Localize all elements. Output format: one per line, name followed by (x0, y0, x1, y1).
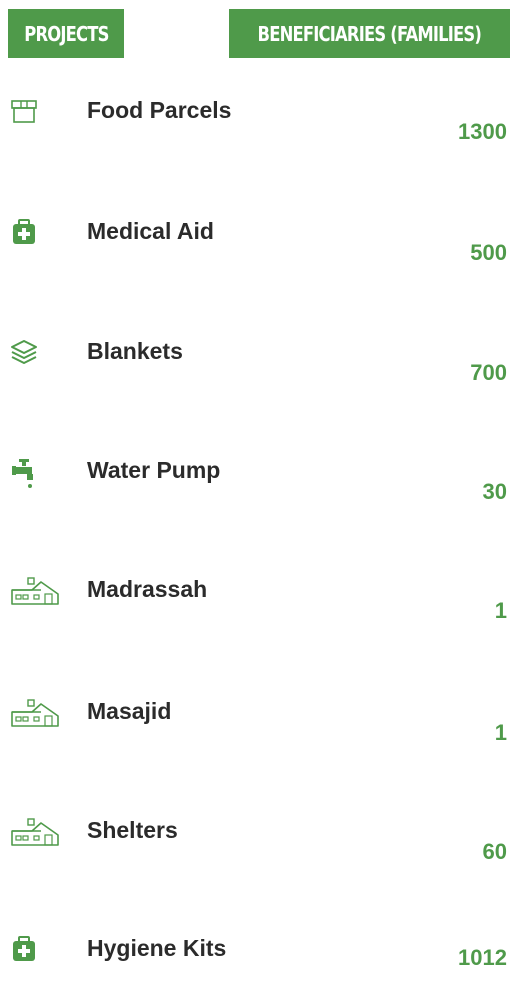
header-beneficiaries: BENEFICIARIES (FAMILIES) (229, 9, 510, 58)
project-label: Hygiene Kits (87, 935, 227, 961)
header-projects: PROJECTS (8, 9, 124, 58)
project-label: Medical Aid (87, 218, 214, 244)
beneficiaries-value: 60 (482, 839, 507, 864)
medical-kit-icon (10, 935, 38, 963)
project-row-shelters: Shelters 60 (0, 817, 515, 877)
food-parcel-box-icon (10, 97, 38, 125)
project-label: Blankets (87, 338, 183, 364)
beneficiaries-value: 1 (494, 598, 507, 623)
header-projects-label: PROJECTS (23, 21, 109, 46)
beneficiaries-value: 30 (482, 479, 507, 504)
project-row-food-parcels: Food Parcels 1300 (0, 97, 515, 157)
project-row-medical-aid: Medical Aid 500 (0, 218, 515, 278)
project-row-blankets: Blankets 700 (0, 338, 515, 398)
building-icon (10, 817, 60, 846)
beneficiaries-value: 1 (494, 720, 507, 745)
project-label: Water Pump (87, 457, 221, 483)
blanket-stack-icon (10, 338, 38, 366)
project-row-masajid: Masajid 1 (0, 698, 515, 758)
beneficiaries-value: 700 (470, 360, 507, 385)
project-label: Shelters (87, 817, 178, 843)
building-icon (10, 576, 60, 605)
project-label: Madrassah (87, 576, 208, 602)
project-label: Food Parcels (87, 97, 232, 123)
project-row-madrassah: Madrassah 1 (0, 576, 515, 636)
project-row-water-pump: Water Pump 30 (0, 457, 515, 517)
project-row-hygiene-kits: Hygiene Kits 1012 (0, 935, 515, 995)
header-beneficiaries-label: BENEFICIARIES (FAMILIES) (257, 21, 482, 46)
project-label: Masajid (87, 698, 172, 724)
beneficiaries-value: 1300 (458, 119, 507, 144)
building-icon (10, 698, 60, 727)
water-tap-icon (10, 457, 38, 488)
beneficiaries-value: 500 (470, 240, 507, 265)
medical-kit-icon (10, 218, 38, 246)
beneficiaries-value: 1012 (458, 945, 507, 970)
